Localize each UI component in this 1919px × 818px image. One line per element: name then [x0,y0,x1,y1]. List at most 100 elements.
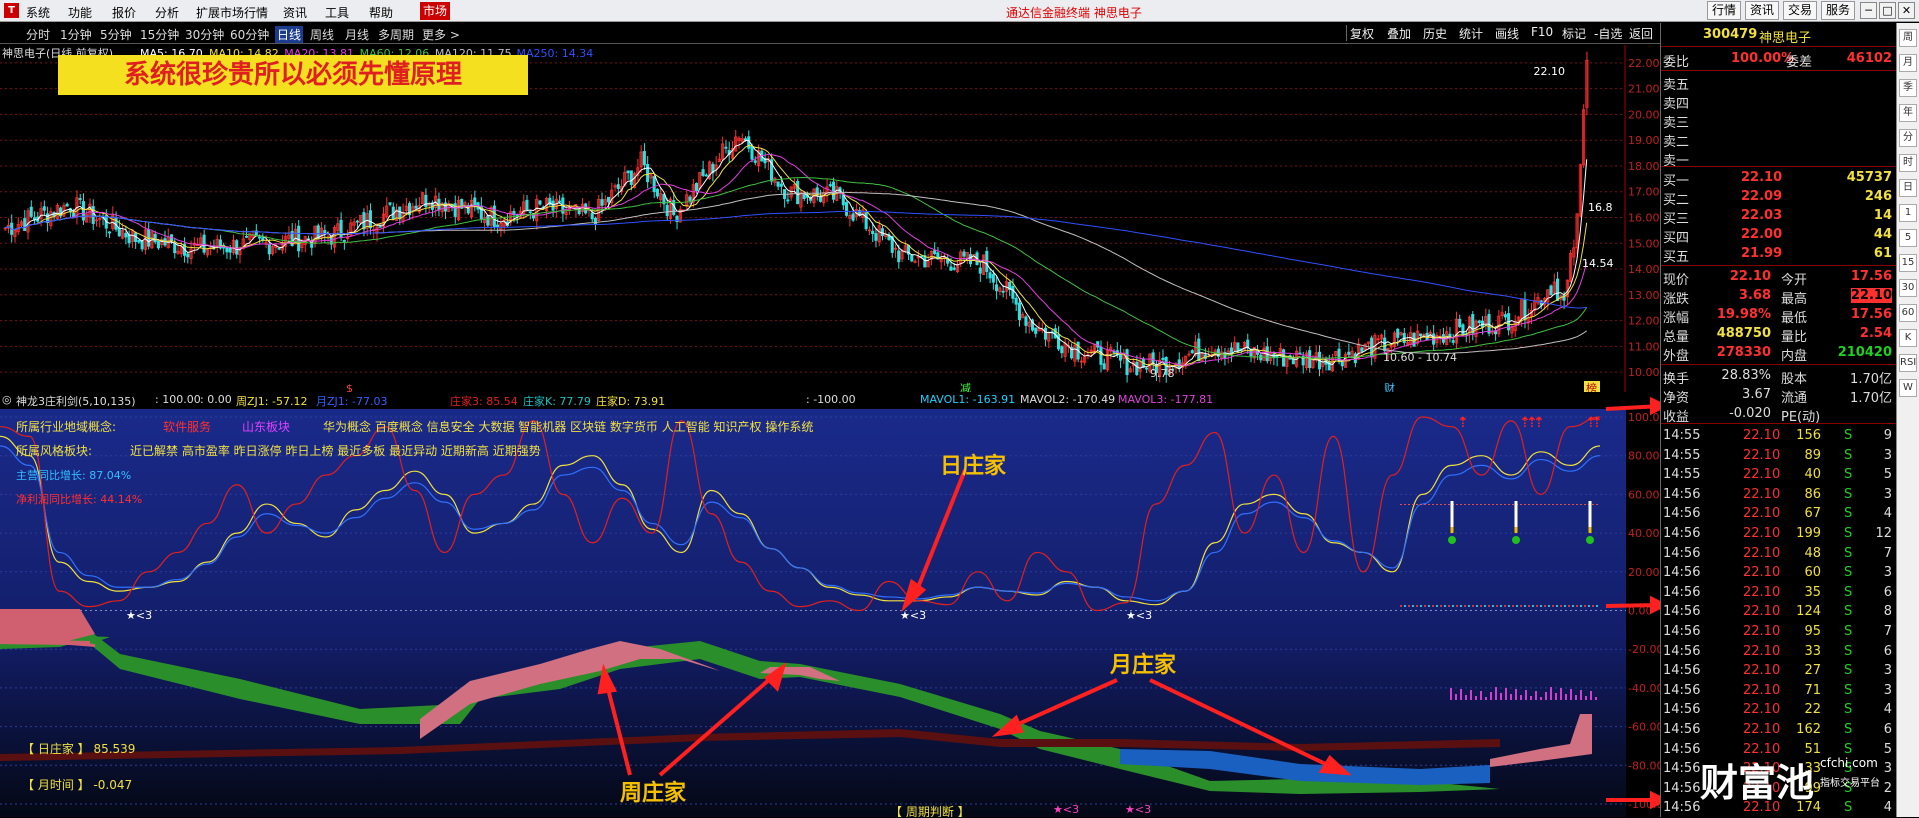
candle-body [831,181,836,200]
tick-volume: 86 [1804,486,1821,502]
signal-bar [1504,605,1506,607]
tick-price: 22.10 [1743,526,1781,541]
indicator-settings-icon[interactable]: ◎ [2,393,12,406]
side-tool-button[interactable]: 5 [1899,229,1917,247]
toolbar-mark[interactable]: 标记 [1562,25,1586,42]
signal-bar [1468,605,1470,607]
top-button-news[interactable]: 资讯 [1745,1,1780,20]
maximize-icon[interactable]: □ [1879,2,1896,19]
candle-body [629,170,633,186]
signal-bar [1528,504,1530,505]
candle-body [173,242,177,254]
signal-bar [1428,504,1430,505]
top-button-market[interactable]: 行情 [1707,1,1742,20]
signal-bar [1432,605,1434,607]
period-tab-weekly[interactable]: 周线 [310,26,334,43]
side-tool-button[interactable]: 1 [1899,204,1917,222]
side-tool-button[interactable]: 15 [1899,254,1917,272]
buy-level-row[interactable]: 买四 22.00 44 [1661,226,1896,246]
toolbar-history[interactable]: 历史 [1423,25,1447,42]
toolbar-draw[interactable]: 画线 [1495,25,1519,42]
side-tool-button[interactable]: K [1899,329,1917,347]
tick-count: 7 [1883,545,1892,561]
side-tool-button[interactable]: W [1899,379,1917,397]
signal-dot [1586,536,1594,544]
menu-item-market[interactable]: 市场 [420,2,451,20]
indicator-title[interactable]: 神龙3庄利剑(5,10,135) [16,393,136,409]
period-tab-60min[interactable]: 60分钟 [230,26,269,43]
buy-level-row[interactable]: 买一 22.10 45737 [1661,169,1896,189]
y-axis-tick: 14.00 [1628,263,1660,276]
top-button-service[interactable]: 服务 [1821,1,1856,20]
close-icon[interactable]: ✕ [1898,2,1915,19]
buy-level-row[interactable]: 买三 22.03 14 [1661,207,1896,227]
candle-body [362,212,366,230]
buy-level-row[interactable]: 买五 21.99 61 [1661,245,1896,265]
menu-item-system[interactable]: 系统 [26,4,50,21]
tick-count: 8 [1883,604,1892,620]
tick-time: 14:56 [1663,545,1701,561]
quote-stat-row: 现价 22.10 今开 17.56 [1661,268,1896,288]
volume-bar [1450,688,1452,700]
indicator-chart[interactable]: 100.00 80.00 60.00 40.00 20.00 0.00 -20.00 -40.… [0,409,1660,817]
sell-level-row[interactable]: 卖四 [1661,92,1896,112]
y-axis-tick: 80.00 [1628,450,1660,463]
toolbar-statistics[interactable]: 统计 [1459,25,1483,42]
menu-item-help[interactable]: 帮助 [369,4,393,21]
stock-header[interactable]: 300479 神思电子 [1661,26,1896,46]
side-tool-button[interactable]: 时 [1899,154,1917,172]
side-tool-button[interactable]: 季 [1899,79,1917,97]
period-tab-5min[interactable]: 5分钟 [100,26,132,43]
side-tool-button[interactable]: 周 [1899,29,1917,47]
period-tab-1min[interactable]: 1分钟 [60,26,92,43]
menu-item-extended-market[interactable]: 扩展市场行情 [196,4,268,21]
top-button-trade[interactable]: 交易 [1783,1,1818,20]
price-annotation-16-8: 16.8 [1588,201,1613,214]
side-tool-button[interactable]: 月 [1899,54,1917,72]
side-tool-button[interactable]: 分 [1899,129,1917,147]
side-tool-button[interactable]: 60 [1899,304,1917,322]
sell-level-row[interactable]: 卖五 [1661,73,1896,93]
toolbar-adjust[interactable]: 复权 [1350,25,1374,42]
period-tab-more[interactable]: 更多 > [422,26,460,43]
menu-item-quote[interactable]: 报价 [112,4,136,21]
toolbar-watchlist[interactable]: -自选 [1594,25,1622,42]
candle-body [117,227,121,237]
menu-item-analysis[interactable]: 分析 [155,4,179,21]
sell-level-row[interactable]: 卖三 [1661,111,1896,131]
side-tool-button[interactable]: 年 [1899,104,1917,122]
candle-body [368,210,372,229]
signal-bar [1520,504,1522,505]
period-tab-15min[interactable]: 15分钟 [140,26,179,43]
buy-level-price: 22.00 [1741,227,1783,242]
period-tab-multi[interactable]: 多周期 [378,26,414,43]
sell-level-row[interactable]: 卖二 [1661,130,1896,150]
volume-bar [1540,697,1542,700]
tick-side: S [1844,800,1853,816]
candlestick-chart[interactable]: 22.00 21.00 20.00 19.00 18.00 17.00 16.00 15.00… [0,45,1660,395]
signal-bar [1548,605,1550,607]
y-axis-tick: 17.00 [1628,186,1660,199]
minimize-icon[interactable]: ─ [1860,2,1877,19]
candle-body [1145,367,1149,370]
period-tab-intraday[interactable]: 分时 [26,26,50,43]
buy-level-row[interactable]: 买二 22.09 246 [1661,188,1896,208]
period-tab-30min[interactable]: 30分钟 [185,26,224,43]
signal-bar [1404,504,1406,505]
menu-item-news[interactable]: 资讯 [283,4,307,21]
volume-bar [1470,690,1472,700]
buy-level-label: 买三 [1663,212,1690,227]
candle-body [880,228,884,237]
side-tool-button[interactable]: RSI [1899,354,1917,372]
period-tab-daily[interactable]: 日线 [275,26,304,43]
menu-item-tools[interactable]: 工具 [325,4,349,21]
menu-item-function[interactable]: 功能 [68,4,92,21]
toolbar-f10[interactable]: F10 [1531,25,1553,39]
period-tab-monthly[interactable]: 月线 [345,26,369,43]
candle-body [1014,297,1018,305]
toolbar-overlay[interactable]: 叠加 [1387,25,1411,42]
side-tool-button[interactable]: 30 [1899,279,1917,297]
side-tool-button[interactable]: 日 [1899,179,1917,197]
toolbar-back[interactable]: 返回 [1629,25,1653,42]
app-logo-icon[interactable]: T [4,3,19,18]
